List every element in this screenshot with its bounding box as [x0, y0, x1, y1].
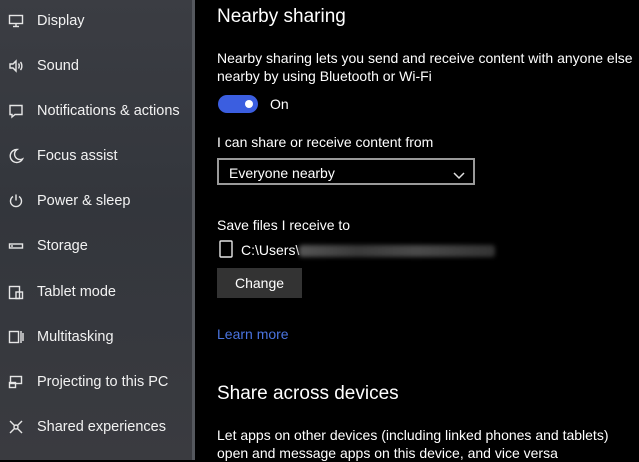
- monitor-icon: [7, 12, 25, 30]
- sidebar-item-tablet-mode[interactable]: Tablet mode: [0, 272, 195, 312]
- sidebar-item-notifications[interactable]: Notifications & actions: [0, 91, 195, 131]
- section-title-nearby-sharing: Nearby sharing: [217, 6, 346, 27]
- blurred-path-redaction: [299, 245, 495, 257]
- multitasking-icon: [7, 328, 25, 346]
- sidebar-item-label: Notifications & actions: [37, 103, 180, 119]
- toggle-knob: [245, 100, 253, 108]
- sidebar-item-multitasking[interactable]: Multitasking: [0, 317, 195, 357]
- change-button[interactable]: Change: [217, 268, 302, 298]
- file-icon: [219, 240, 233, 258]
- tablet-icon: [7, 283, 25, 301]
- share-from-label: I can share or receive content from: [217, 134, 434, 150]
- sidebar-item-label: Tablet mode: [37, 284, 116, 300]
- power-icon: [7, 192, 25, 210]
- nearby-sharing-description: Nearby sharing lets you send and receive…: [217, 50, 633, 84]
- sidebar-item-shared-experiences[interactable]: Shared experiences: [0, 407, 195, 447]
- moon-icon: [7, 147, 25, 165]
- sidebar-item-label: Projecting to this PC: [37, 374, 169, 390]
- sidebar-item-label: Storage: [37, 238, 88, 254]
- sidebar-item-label: Shared experiences: [37, 419, 166, 435]
- share-across-description: Let apps on other devices (including lin…: [217, 427, 609, 461]
- sidebar-item-display[interactable]: Display: [0, 1, 195, 41]
- sidebar-item-projecting[interactable]: Projecting to this PC: [0, 362, 195, 402]
- toggle-state-label: On: [270, 96, 289, 112]
- chevron-down-icon: [453, 167, 465, 180]
- share-from-value: Everyone nearby: [229, 165, 335, 181]
- learn-more-link[interactable]: Learn more: [217, 326, 289, 342]
- section-title-share-across-devices: Share across devices: [217, 383, 399, 404]
- speaker-icon: [7, 57, 25, 75]
- sidebar-item-label: Power & sleep: [37, 193, 131, 209]
- storage-icon: [7, 237, 25, 255]
- save-files-label: Save files I receive to: [217, 217, 351, 233]
- sidebar-item-power-sleep[interactable]: Power & sleep: [0, 181, 195, 221]
- sidebar-item-label: Focus assist: [37, 148, 118, 164]
- sidebar-item-focus-assist[interactable]: Focus assist: [0, 136, 195, 176]
- sidebar-item-label: Sound: [37, 58, 79, 74]
- sidebar-item-storage[interactable]: Storage: [0, 226, 195, 266]
- notification-icon: [7, 102, 25, 120]
- shared-experiences-icon: [7, 418, 25, 436]
- sidebar-item-label: Display: [37, 13, 85, 29]
- settings-content: Nearby sharing Nearby sharing lets you s…: [195, 0, 639, 461]
- save-path: C:\Users\: [241, 242, 300, 258]
- nearby-sharing-toggle[interactable]: [218, 95, 258, 113]
- sidebar-item-label: Multitasking: [37, 329, 114, 345]
- sidebar-item-sound[interactable]: Sound: [0, 46, 195, 86]
- settings-sidebar: Display Sound Notifications & actions Fo…: [0, 0, 195, 460]
- share-from-dropdown[interactable]: Everyone nearby: [217, 158, 475, 185]
- projecting-icon: [7, 373, 25, 391]
